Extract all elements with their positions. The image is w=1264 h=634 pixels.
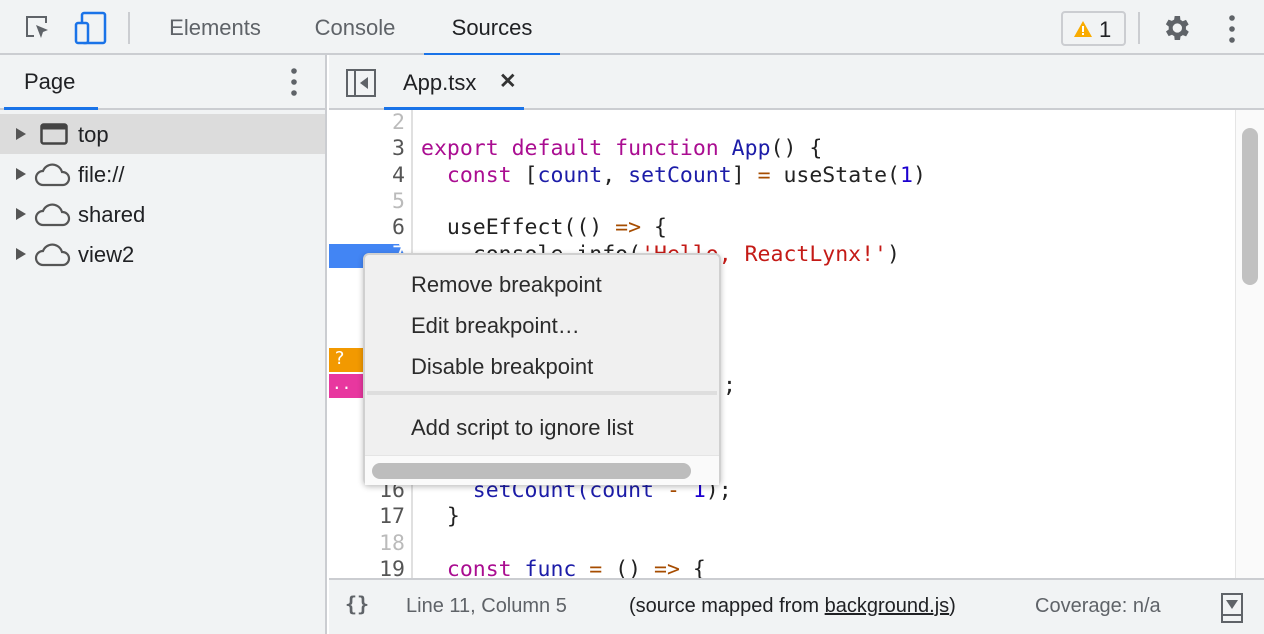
inspect-element-icon[interactable] <box>24 15 52 43</box>
tree-item-top[interactable]: top <box>0 114 325 154</box>
tree-item-file[interactable]: file:// <box>0 154 325 194</box>
tree-item-shared[interactable]: shared <box>0 194 325 234</box>
cloud-icon <box>34 163 71 187</box>
code-fragment: ; <box>723 373 736 398</box>
expand-triangle-icon[interactable] <box>16 168 26 180</box>
token: [ <box>511 162 538 188</box>
line-number[interactable]: 5 <box>329 189 405 215</box>
line-number[interactable]: 19 <box>329 557 405 578</box>
cloud-icon <box>34 243 71 267</box>
status-bar: {} Line 11, Column 5 (source mapped from… <box>329 578 1264 634</box>
horizontal-scrollbar-thumb[interactable] <box>372 463 691 479</box>
tree-item-label: top <box>78 122 109 147</box>
warning-badge[interactable]: 1 <box>1061 11 1126 46</box>
token: default <box>498 136 603 162</box>
line-number[interactable]: 17 <box>329 504 405 530</box>
device-toolbar-icon[interactable] <box>74 11 108 45</box>
code-line: useEffect(() => { <box>421 215 667 241</box>
code-line: } <box>421 504 460 530</box>
vertical-scrollbar[interactable] <box>1235 110 1264 578</box>
more-vert-icon[interactable] <box>288 67 300 97</box>
menu-item-edit-breakpoint[interactable]: Edit breakpoint… <box>411 307 711 345</box>
tab-console[interactable]: Console <box>294 0 416 55</box>
token: ) <box>912 162 926 188</box>
token: () { <box>770 136 823 162</box>
token: ) <box>887 241 900 267</box>
tab-elements[interactable]: Elements <box>146 0 284 55</box>
expand-triangle-icon[interactable] <box>16 248 26 260</box>
token: useEffect(() <box>421 215 616 241</box>
warning-icon <box>1074 21 1092 37</box>
menu-item-remove-breakpoint[interactable]: Remove breakpoint <box>411 266 711 304</box>
token: 1 <box>899 162 913 188</box>
token: const <box>421 556 512 578</box>
devtools-toolbar: Elements Console Sources 1 <box>0 0 1264 56</box>
toggle-drawer-icon[interactable] <box>1221 593 1243 623</box>
toggle-navigator-icon[interactable] <box>346 69 376 97</box>
source-map-prefix: (source mapped from <box>629 595 825 617</box>
token: () <box>602 556 655 578</box>
context-menu: Remove breakpoint Edit breakpoint… Disab… <box>363 253 721 485</box>
cloud-icon <box>34 203 71 227</box>
close-tab-icon[interactable]: ✕ <box>499 69 517 94</box>
source-map-info: (source mapped from background.js) <box>629 595 956 618</box>
expand-triangle-icon[interactable] <box>16 208 26 220</box>
menu-item-add-to-ignore-list[interactable]: Add script to ignore list <box>411 409 711 447</box>
token: , <box>602 162 629 188</box>
code-line: export default function App() { <box>421 136 822 162</box>
gear-icon[interactable] <box>1160 12 1192 44</box>
source-map-link[interactable]: background.js <box>825 595 950 617</box>
token: setCount <box>628 162 732 188</box>
token: export <box>421 136 499 162</box>
tree-item-label: shared <box>78 202 146 227</box>
menu-scroll-area <box>365 455 719 485</box>
token: App <box>718 136 771 162</box>
token: func <box>511 556 577 578</box>
token: useState( <box>770 162 900 188</box>
source-map-suffix: ) <box>949 595 956 617</box>
token: => <box>654 556 680 578</box>
file-tab-label: App.tsx <box>403 70 477 95</box>
scrollbar-thumb[interactable] <box>1242 128 1258 285</box>
line-number[interactable]: 6 <box>329 215 405 241</box>
token: = <box>576 556 603 578</box>
code-line: const [count, setCount] = useState(1) <box>421 163 926 189</box>
coverage-status: Coverage: n/a <box>1035 595 1161 617</box>
tab-page[interactable]: Page <box>4 55 98 110</box>
expand-triangle-icon[interactable] <box>16 128 26 140</box>
tree-item-view2[interactable]: view2 <box>0 234 325 274</box>
line-number[interactable]: 18 <box>329 531 405 557</box>
divider <box>128 12 130 44</box>
token: count <box>537 162 603 188</box>
token: => <box>615 215 642 241</box>
token: const <box>421 162 512 188</box>
code-line: const func = () => { <box>421 557 706 578</box>
token: function <box>602 136 719 162</box>
tree-item-label: file:// <box>78 162 125 187</box>
menu-separator <box>367 391 717 395</box>
token: { <box>641 215 667 241</box>
line-number[interactable]: 4 <box>329 163 405 189</box>
warning-count: 1 <box>1099 17 1112 42</box>
menu-item-disable-breakpoint[interactable]: Disable breakpoint <box>411 348 711 386</box>
more-vert-icon[interactable] <box>1226 14 1238 44</box>
line-number[interactable]: 2 <box>329 110 405 136</box>
pretty-print-icon[interactable]: {} <box>345 592 369 616</box>
tab-sources[interactable]: Sources <box>424 0 560 56</box>
navigator-sidebar: Page top file:// shared view2 <box>0 55 327 634</box>
file-tab-app-tsx[interactable]: App.tsx ✕ <box>384 55 524 110</box>
cursor-position: Line 11, Column 5 <box>406 595 567 617</box>
token: { <box>679 556 706 578</box>
token: ] <box>731 162 758 188</box>
divider <box>1138 12 1140 44</box>
sidebar-header: Page <box>0 55 325 110</box>
line-number[interactable]: 3 <box>329 136 405 162</box>
token: = <box>757 162 771 188</box>
tree-item-label: view2 <box>78 242 135 267</box>
editor-tabbar: App.tsx ✕ <box>329 55 1264 110</box>
frame-icon <box>40 123 68 145</box>
